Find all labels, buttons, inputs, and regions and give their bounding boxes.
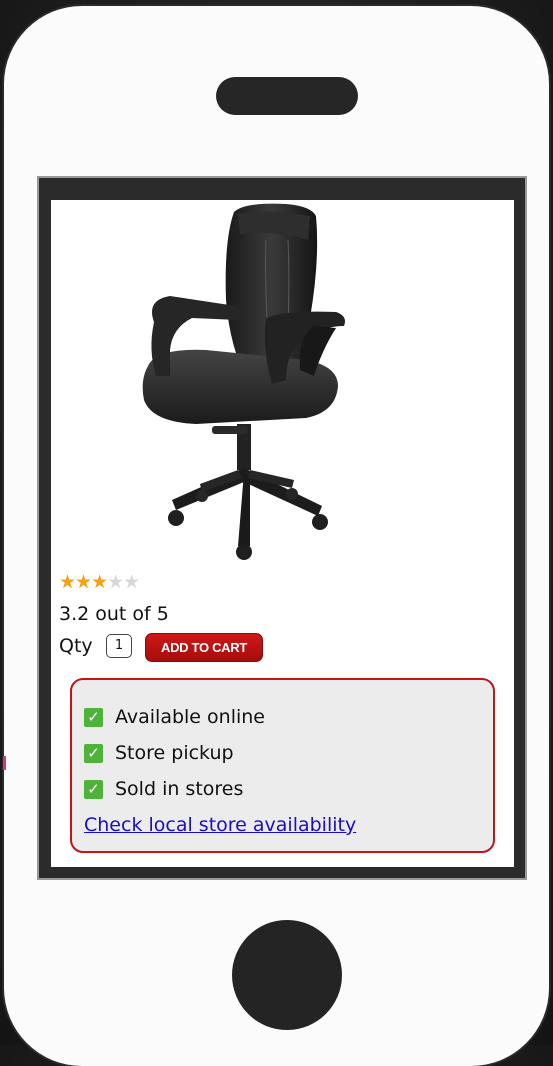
checkmark-icon: ✓ xyxy=(84,743,103,763)
availability-item-pickup: ✓ Store pickup xyxy=(84,742,234,764)
phone-speaker xyxy=(216,77,358,115)
left-edge-mark xyxy=(3,756,6,770)
rating-stars: ★★★★★ xyxy=(59,570,140,594)
availability-item-online: ✓ Available online xyxy=(84,706,265,728)
qty-label: Qty xyxy=(59,635,93,657)
availability-label: Available online xyxy=(115,706,265,728)
check-store-availability-link[interactable]: Check local store availability xyxy=(84,814,356,836)
rating-stars-filled: ★★★ xyxy=(59,571,108,593)
product-image[interactable] xyxy=(126,200,366,566)
add-to-cart-button[interactable]: ADD TO CART xyxy=(145,633,263,662)
home-button[interactable] xyxy=(232,920,342,1030)
checkmark-icon: ✓ xyxy=(84,779,103,799)
checkmark-icon: ✓ xyxy=(84,707,103,727)
availability-item-stores: ✓ Sold in stores xyxy=(84,778,243,800)
availability-label: Store pickup xyxy=(115,742,234,764)
availability-box: ✓ Available online ✓ Store pickup ✓ Sold… xyxy=(70,678,495,853)
availability-label: Sold in stores xyxy=(115,778,244,800)
phone-screen: ★★★★★ 3.2 out of 5 Qty 1 ADD TO CART ✓ A… xyxy=(51,200,514,867)
rating-stars-empty: ★★ xyxy=(107,571,140,593)
qty-input[interactable]: 1 xyxy=(106,634,132,658)
rating-text: 3.2 out of 5 xyxy=(59,603,169,625)
